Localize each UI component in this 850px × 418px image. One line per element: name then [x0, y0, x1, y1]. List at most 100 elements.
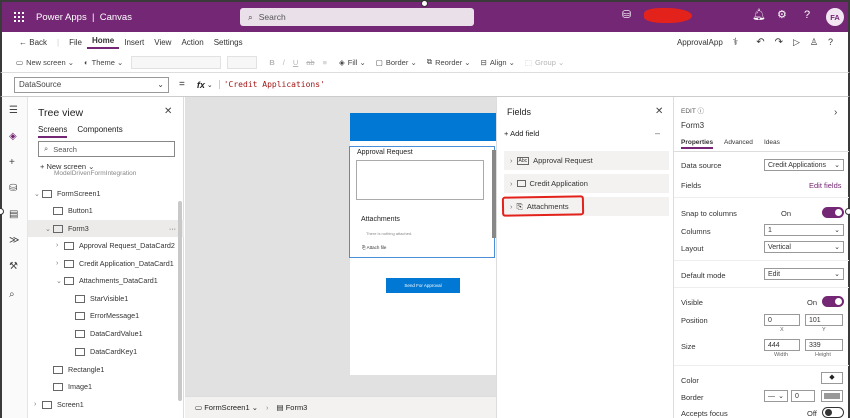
tree-item-formscreen1[interactable]: ⌄ FormScreen1 — [28, 185, 184, 202]
border-width-input[interactable]: 0 — [791, 390, 815, 402]
redo-icon[interactable]: ↷ — [770, 37, 788, 48]
tab-advanced[interactable]: Advanced — [724, 139, 753, 146]
send-for-approval-button[interactable]: Send For Approval — [386, 278, 460, 293]
formula-input[interactable]: 'Credit Applications' — [218, 80, 325, 89]
chevron-icon[interactable]: › — [56, 260, 64, 267]
tree-item-cut[interactable]: ModelDrivenFormIntegration — [54, 170, 174, 179]
menu-view[interactable]: View — [149, 38, 176, 47]
plus-icon[interactable]: + — [9, 157, 15, 168]
selection-handle[interactable] — [845, 208, 850, 215]
collapse-all-icon[interactable]: – — [655, 128, 660, 138]
help-icon[interactable]: ⓘ — [698, 108, 705, 115]
database-icon[interactable]: ⛁ — [9, 183, 17, 194]
chevron-icon[interactable]: › — [56, 242, 64, 249]
data-source-dropdown[interactable]: Credit Applications ⌄ — [764, 159, 844, 171]
height-input[interactable]: 339 — [805, 339, 843, 351]
align-text-icon[interactable]: ≡ — [323, 58, 327, 67]
global-search-box[interactable]: ⌕ Search — [240, 8, 474, 26]
bold-icon[interactable]: B — [269, 58, 274, 67]
default-mode-dropdown[interactable]: Edit ⌄ — [764, 268, 844, 280]
tree-item-approval-request-datacard2[interactable]: › Approval Request_DataCard2 — [28, 237, 184, 254]
menu-action[interactable]: Action — [176, 38, 208, 47]
tools-icon[interactable]: ⚒ — [9, 261, 18, 272]
play-icon[interactable]: ▷ — [788, 37, 805, 48]
tab-screens[interactable]: Screens — [38, 125, 68, 138]
media-icon[interactable]: ▤ — [9, 209, 18, 220]
avatar[interactable]: FA — [826, 8, 844, 26]
color-picker-icon[interactable]: ◆ — [821, 372, 843, 384]
fx-icon[interactable]: fx — [197, 80, 205, 90]
tab-properties[interactable]: Properties — [681, 139, 714, 149]
tree-item-datacardvalue1[interactable]: DataCardValue1 — [28, 325, 184, 342]
align-button[interactable]: ⊟ Align ⌄ — [481, 58, 515, 67]
tree-item-form3[interactable]: ⌄ Form3 ··· — [28, 220, 184, 237]
menu-insert[interactable]: Insert — [119, 38, 149, 47]
reorder-button[interactable]: ⧉ Reorder ⌄ — [427, 57, 471, 67]
undo-icon[interactable]: ↶ — [751, 37, 769, 48]
border-style-dropdown[interactable]: — ⌄ — [764, 390, 788, 402]
theme-button[interactable]: ◐ Theme ⌄ — [84, 58, 123, 67]
chevron-icon[interactable]: › — [34, 401, 42, 408]
help-icon[interactable]: ? — [804, 9, 810, 21]
tree-item-starvisible1[interactable]: StarVisible1 — [28, 290, 184, 307]
border-button[interactable]: ▢ Border ⌄ — [376, 58, 417, 67]
tree-item-attachments-datacard1[interactable]: ⌄ Attachments_DataCard1 — [28, 272, 184, 289]
more-options-icon[interactable]: ··· — [169, 224, 176, 233]
chevron-icon[interactable]: ⌄ — [56, 277, 64, 285]
bell-icon[interactable]: 🔔︎ — [752, 9, 766, 21]
tree-item-image1[interactable]: Image1 — [28, 378, 184, 395]
menu-home[interactable]: Home — [87, 36, 120, 49]
tree-item-button1[interactable]: Button1 — [28, 202, 184, 219]
close-icon[interactable]: ✕ — [164, 106, 172, 117]
power-automate-icon[interactable]: ≫ — [9, 235, 19, 246]
font-size-select[interactable] — [227, 55, 258, 69]
menu-file[interactable]: File — [64, 38, 87, 47]
fill-button[interactable]: ◈ Fill ⌄ — [339, 58, 366, 67]
tree-scrollbar[interactable] — [178, 201, 182, 401]
accepts-focus-toggle[interactable] — [822, 407, 844, 418]
back-button[interactable]: ← Back — [14, 38, 52, 47]
new-screen-button[interactable]: ▭ New screen ⌄ — [16, 58, 74, 67]
header-rectangle[interactable] — [350, 113, 496, 141]
user-icon[interactable]: ♙ — [805, 37, 823, 48]
add-field-button[interactable]: + Add field — [504, 129, 539, 138]
environment-icon[interactable]: ⛁ — [622, 9, 631, 21]
group-button[interactable]: ⬚ Group ⌄ — [525, 58, 564, 67]
chevron-right-icon[interactable]: › — [834, 107, 837, 118]
tab-components[interactable]: Components — [77, 125, 122, 138]
layout-dropdown[interactable]: Vertical ⌄ — [764, 241, 844, 253]
tree-item-errormessage1[interactable]: ErrorMessage1 — [28, 307, 184, 324]
selection-handle[interactable] — [421, 0, 428, 7]
underline-icon[interactable]: U — [293, 58, 298, 67]
tree-item-credit-application-datacard1[interactable]: › Credit Application_DataCard1 — [28, 255, 184, 272]
chevron-icon[interactable]: ⌄ — [34, 190, 42, 198]
tree-search-input[interactable]: ⌕ Search — [38, 141, 175, 157]
gear-icon[interactable]: ⚙ — [777, 9, 787, 21]
tab-ideas[interactable]: Ideas — [764, 139, 780, 146]
border-color-swatch[interactable] — [821, 390, 843, 402]
control-breadcrumb[interactable]: ▤ Form3 — [277, 403, 308, 412]
attach-file-link[interactable]: ⎘ Attach file — [362, 245, 386, 250]
app-launcher-icon[interactable] — [14, 12, 24, 22]
property-selector[interactable]: DataSource ⌄ — [14, 76, 169, 93]
position-x-input[interactable]: 0 — [764, 314, 800, 326]
hamburger-icon[interactable]: ☰ — [9, 105, 18, 116]
field-item-credit-application[interactable]: › Credit Application — [504, 174, 669, 193]
stethoscope-icon[interactable]: ⚕ — [728, 37, 743, 48]
search-rail-icon[interactable]: ⌕ — [9, 289, 15, 300]
width-input[interactable]: 444 — [764, 339, 800, 351]
tree-item-rectangle1[interactable]: Rectangle1 — [28, 361, 184, 378]
edit-fields-link[interactable]: Edit fields — [809, 181, 842, 190]
field-item-approval-request[interactable]: › Abc Approval Request — [504, 151, 669, 170]
tree-item-datacardkey1[interactable]: DataCardKey1 — [28, 343, 184, 360]
position-y-input[interactable]: 101 — [805, 314, 843, 326]
screen-breadcrumb[interactable]: ▭ FormScreen1 ⌄ — [195, 403, 258, 412]
tree-item-screen1[interactable]: › Screen1 — [28, 396, 184, 413]
chevron-icon[interactable]: ⌄ — [45, 225, 53, 233]
approval-request-input[interactable] — [356, 160, 484, 200]
close-icon[interactable]: ✕ — [655, 106, 663, 117]
layers-icon[interactable]: ◈ — [9, 131, 17, 142]
fx-chevron-icon[interactable]: ⌄ — [207, 81, 213, 89]
font-select[interactable] — [131, 55, 222, 69]
menu-settings[interactable]: Settings — [209, 38, 248, 47]
